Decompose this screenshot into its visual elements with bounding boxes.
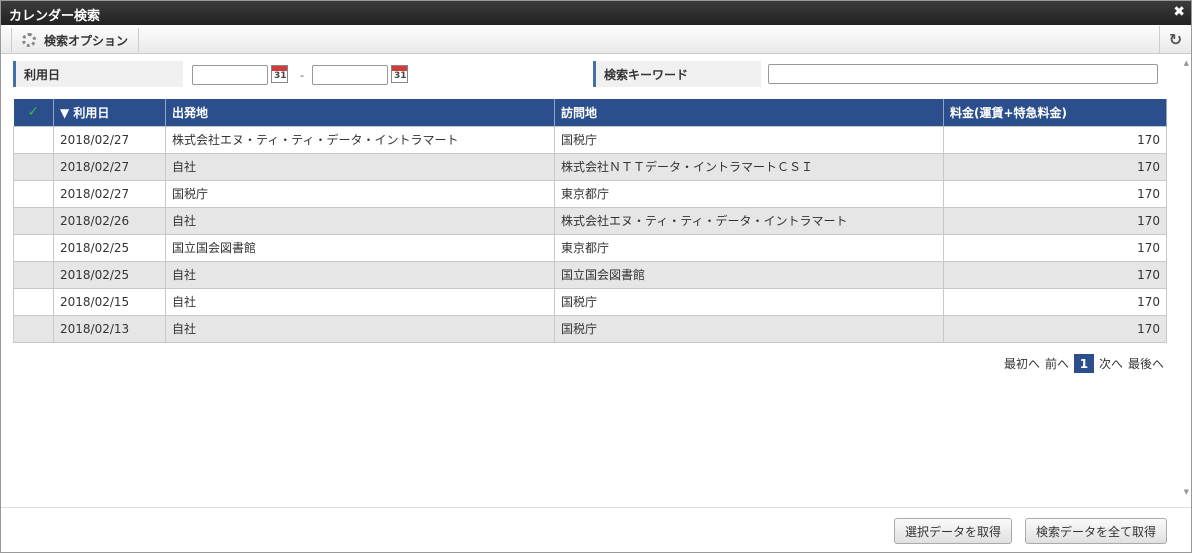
toolbar: 検索オプション ↻ xyxy=(1,26,1191,54)
date-cell: 2018/02/27 xyxy=(53,179,166,208)
date-cell: 2018/02/25 xyxy=(53,233,166,262)
range-separator: - xyxy=(300,69,304,82)
date-to-input[interactable] xyxy=(312,65,388,85)
footer-divider xyxy=(1,507,1191,508)
fare-cell: 170 xyxy=(943,179,1167,208)
search-options-label: 検索オプション xyxy=(44,33,129,48)
refresh-icon[interactable]: ↻ xyxy=(1159,26,1191,53)
row-select-cell[interactable] xyxy=(13,260,54,289)
row-select-cell[interactable] xyxy=(13,314,54,343)
checkmark-icon: ✓ xyxy=(27,104,40,121)
get-selected-button[interactable]: 選択データを取得 xyxy=(894,518,1013,544)
keyword-input[interactable] xyxy=(768,64,1158,84)
fare-cell: 170 xyxy=(943,260,1167,289)
table-row[interactable]: 2018/02/27 自社 株式会社ＮＴＴデータ・イントラマートＣＳＩ 170 xyxy=(13,152,1167,181)
pager-prev-link[interactable]: 前へ xyxy=(1045,355,1069,372)
fare-cell: 170 xyxy=(943,152,1167,181)
row-select-cell[interactable] xyxy=(13,179,54,208)
departure-cell: 国立国会図書館 xyxy=(165,233,555,262)
destination-cell: 国税庁 xyxy=(554,125,944,154)
departure-cell: 株式会社エヌ・ティ・ティ・データ・イントラマート xyxy=(165,125,555,154)
table-row[interactable]: 2018/02/27 株式会社エヌ・ティ・ティ・データ・イントラマート 国税庁 170 xyxy=(13,125,1167,154)
column-header-fare[interactable]: 料金(運賃+特急料金) xyxy=(943,99,1167,126)
table-row[interactable]: 2018/02/27 国税庁 東京都庁 170 xyxy=(13,179,1167,208)
date-label: 利用日 xyxy=(13,61,183,87)
date-cell: 2018/02/15 xyxy=(53,287,166,316)
row-select-cell[interactable] xyxy=(13,125,54,154)
row-select-cell[interactable] xyxy=(13,233,54,262)
table-header-row: ✓ ▼ 利用日 出発地 訪問地 料金(運賃+特急料金) xyxy=(13,99,1167,126)
pager-next-link[interactable]: 次へ xyxy=(1099,355,1123,372)
table-row[interactable]: 2018/02/25 自社 国立国会図書館 170 xyxy=(13,260,1167,289)
departure-cell: 自社 xyxy=(165,206,555,235)
row-select-cell[interactable] xyxy=(13,206,54,235)
scroll-up-arrow[interactable]: ▲ xyxy=(1184,59,1189,67)
scroll-down-arrow[interactable]: ▼ xyxy=(1184,488,1189,496)
destination-cell: 国立国会図書館 xyxy=(554,260,944,289)
results-table: ✓ ▼ 利用日 出発地 訪問地 料金(運賃+特急料金) 2018/02/27 株式… xyxy=(13,99,1167,343)
destination-cell: 東京都庁 xyxy=(554,233,944,262)
close-icon[interactable]: ✖ xyxy=(1173,4,1185,20)
select-all-header[interactable]: ✓ xyxy=(13,99,54,126)
table-row[interactable]: 2018/02/15 自社 国税庁 170 xyxy=(13,287,1167,316)
pager-first-link[interactable]: 最初へ xyxy=(1004,355,1040,372)
column-header-departure[interactable]: 出発地 xyxy=(165,99,555,126)
gear-icon xyxy=(22,33,36,47)
row-select-cell[interactable] xyxy=(13,287,54,316)
departure-cell: 自社 xyxy=(165,287,555,316)
column-header-destination[interactable]: 訪問地 xyxy=(554,99,944,126)
date-from-input[interactable] xyxy=(192,65,268,85)
calendar-search-dialog: カレンダー検索 ✖ 検索オプション ↻ ▲ ▼ 利用日 31 - 31 検索キー… xyxy=(0,0,1192,553)
row-select-cell[interactable] xyxy=(13,152,54,181)
fare-cell: 170 xyxy=(943,125,1167,154)
departure-cell: 国税庁 xyxy=(165,179,555,208)
date-cell: 2018/02/27 xyxy=(53,125,166,154)
destination-cell: 株式会社ＮＴＴデータ・イントラマートＣＳＩ xyxy=(554,152,944,181)
fare-cell: 170 xyxy=(943,206,1167,235)
table-row[interactable]: 2018/02/25 国立国会図書館 東京都庁 170 xyxy=(13,233,1167,262)
date-cell: 2018/02/25 xyxy=(53,260,166,289)
calendar-from-icon[interactable]: 31 xyxy=(271,65,288,83)
dialog-title: カレンダー検索 xyxy=(9,9,101,24)
date-cell: 2018/02/27 xyxy=(53,152,166,181)
date-cell: 2018/02/26 xyxy=(53,206,166,235)
departure-cell: 自社 xyxy=(165,152,555,181)
date-cell: 2018/02/13 xyxy=(53,314,166,343)
table-row[interactable]: 2018/02/13 自社 国税庁 170 xyxy=(13,314,1167,343)
keyword-label: 検索キーワード xyxy=(593,61,761,87)
search-options-button[interactable]: 検索オプション xyxy=(11,28,140,52)
column-header-date[interactable]: ▼ 利用日 xyxy=(53,99,166,126)
destination-cell: 国税庁 xyxy=(554,314,944,343)
departure-cell: 自社 xyxy=(165,314,555,343)
destination-cell: 東京都庁 xyxy=(554,179,944,208)
departure-cell: 自社 xyxy=(165,260,555,289)
fare-cell: 170 xyxy=(943,233,1167,262)
calendar-to-icon[interactable]: 31 xyxy=(391,65,408,83)
search-form: 利用日 31 - 31 検索キーワード xyxy=(13,61,1165,87)
pager-last-link[interactable]: 最後へ xyxy=(1128,355,1164,372)
destination-cell: 国税庁 xyxy=(554,287,944,316)
get-all-button[interactable]: 検索データを全て取得 xyxy=(1025,518,1168,544)
fare-cell: 170 xyxy=(943,314,1167,343)
table-row[interactable]: 2018/02/26 自社 株式会社エヌ・ティ・ティ・データ・イントラマート 170 xyxy=(13,206,1167,235)
title-bar: カレンダー検索 ✖ xyxy=(1,1,1191,25)
pagination: 最初へ 前へ 1 次へ 最後へ xyxy=(1004,354,1164,373)
pager-current-page[interactable]: 1 xyxy=(1073,354,1094,373)
fare-cell: 170 xyxy=(943,287,1167,316)
destination-cell: 株式会社エヌ・ティ・ティ・データ・イントラマート xyxy=(554,206,944,235)
